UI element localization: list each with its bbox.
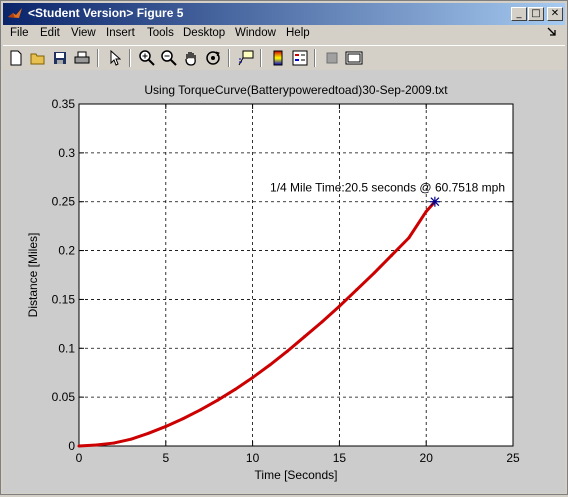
- matlab-logo-icon: [8, 8, 22, 18]
- rotate-3d-icon[interactable]: [203, 48, 223, 68]
- toolbar-separator: [314, 49, 316, 67]
- axes-background: [78, 103, 514, 447]
- quarter-mile-marker: [429, 196, 440, 207]
- menu-bar: File Edit View Insert Tools Desktop Wind…: [3, 25, 565, 45]
- x-tick-label: 15: [333, 451, 347, 465]
- show-plot-tools-icon[interactable]: [344, 48, 364, 68]
- save-icon[interactable]: [50, 48, 70, 68]
- toolbar-separator: [97, 49, 99, 67]
- y-tick-label: 0.05: [52, 390, 76, 404]
- series-point: [337, 304, 341, 308]
- menu-window[interactable]: Window: [235, 27, 276, 39]
- menu-tools[interactable]: Tools: [147, 27, 174, 39]
- y-tick-label: 0.35: [52, 97, 76, 111]
- y-tick-label: 0.2: [58, 244, 75, 258]
- series-point: [77, 444, 81, 448]
- zoom-out-icon[interactable]: [159, 48, 179, 68]
- data-cursor-icon[interactable]: [236, 48, 256, 68]
- minimize-button[interactable]: _: [511, 7, 527, 21]
- series-point: [216, 398, 220, 402]
- title-bar[interactable]: <Student Version> Figure 5 _ □ ✕: [3, 3, 565, 25]
- menu-edit[interactable]: Edit: [40, 27, 60, 39]
- x-axis-label: Time [Seconds]: [255, 468, 338, 482]
- series-point: [303, 335, 307, 339]
- figure-canvas: 0 5 10 15 20 25 0 0.05 0.1 0.15 0.2 0.25 0.3 0.35 Usi…: [3, 70, 565, 493]
- menu-help[interactable]: Help: [286, 27, 310, 39]
- figure-toolbar: [3, 45, 565, 71]
- series-point: [251, 376, 255, 380]
- series-point: [355, 288, 359, 292]
- series-point: [181, 417, 185, 421]
- toolbar-separator: [260, 49, 262, 67]
- y-tick-label: 0.15: [52, 292, 76, 306]
- legend-icon[interactable]: [290, 48, 310, 68]
- pan-hand-icon[interactable]: [181, 48, 201, 68]
- series-point: [146, 431, 150, 435]
- zoom-in-icon[interactable]: [137, 48, 157, 68]
- figure-window: <Student Version> Figure 5 _ □ ✕ File Ed…: [0, 0, 568, 495]
- new-figure-icon[interactable]: [6, 48, 26, 68]
- series-point: [233, 387, 237, 391]
- toolbar-separator: [129, 49, 131, 67]
- series-point: [94, 443, 98, 447]
- series-point: [129, 437, 133, 441]
- colorbar-icon[interactable]: [268, 48, 288, 68]
- window-title: <Student Version> Figure 5: [28, 6, 184, 20]
- x-tick-label: 20: [420, 451, 434, 465]
- x-tick-label: 25: [506, 451, 520, 465]
- y-tick-label: 0.25: [52, 195, 76, 209]
- print-icon[interactable]: [72, 48, 92, 68]
- quarter-mile-annotation: 1/4 Mile Time:20.5 seconds @ 60.7518 mph: [270, 181, 505, 195]
- series-point: [164, 424, 168, 428]
- series-point: [407, 236, 411, 240]
- edit-plot-arrow-icon[interactable]: [105, 48, 125, 68]
- x-tick-label: 0: [76, 451, 83, 465]
- series-point: [424, 209, 428, 213]
- y-tick-label: 0.1: [58, 341, 75, 355]
- menu-insert[interactable]: Insert: [106, 27, 135, 39]
- hide-plot-tools-icon[interactable]: [322, 48, 342, 68]
- series-point: [268, 363, 272, 367]
- series-point: [285, 349, 289, 353]
- series-point: [389, 253, 393, 257]
- menu-desktop[interactable]: Desktop: [183, 27, 225, 39]
- chart-svg: 0 5 10 15 20 25 0 0.05 0.1 0.15 0.2 0.25 0.3 0.35 Usi…: [26, 83, 520, 482]
- series-point: [112, 441, 116, 445]
- maximize-button[interactable]: □: [528, 7, 544, 21]
- y-tick-label: 0: [68, 439, 75, 453]
- series-point: [320, 320, 324, 324]
- menu-view[interactable]: View: [71, 27, 96, 39]
- x-tick-label: 10: [246, 451, 260, 465]
- y-axis-label: Distance [Miles]: [26, 233, 40, 318]
- y-tick-label: 0.3: [58, 146, 75, 160]
- dock-arrow-icon[interactable]: [547, 27, 557, 39]
- menu-file[interactable]: File: [10, 27, 29, 39]
- close-button[interactable]: ✕: [547, 7, 563, 21]
- toolbar-separator: [228, 49, 230, 67]
- series-point: [199, 408, 203, 412]
- chart-title: Using TorqueCurve(Batterypoweredtoad)30-…: [144, 83, 448, 97]
- series-point: [372, 271, 376, 275]
- x-tick-label: 5: [162, 451, 169, 465]
- open-file-icon[interactable]: [28, 48, 48, 68]
